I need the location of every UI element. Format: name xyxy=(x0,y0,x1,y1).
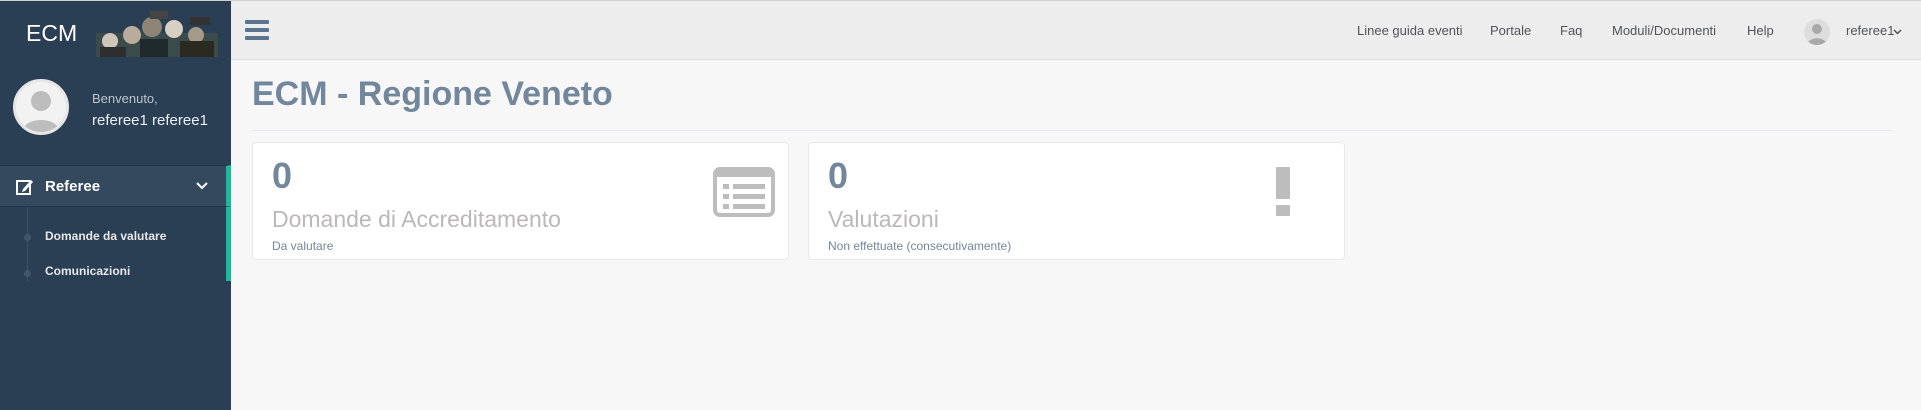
nav-link-linee-guida[interactable]: Linee guida eventi xyxy=(1357,23,1463,38)
sidebar-menu: Referee Domande da valutare Comunicazion… xyxy=(0,165,231,281)
sidebar-item-comunicazioni[interactable]: Comunicazioni xyxy=(45,264,130,278)
username-text: referee1 referee1 xyxy=(92,112,208,129)
tile-heading: Valutazioni xyxy=(828,206,939,232)
sidebar-item-referee[interactable]: Referee xyxy=(0,165,231,207)
tile-heading: Domande di Accreditamento xyxy=(272,206,561,232)
sidebar-item-domande[interactable]: Domande da valutare xyxy=(45,229,166,243)
nav-link-help[interactable]: Help xyxy=(1747,23,1774,38)
sidebar-item-label: Referee xyxy=(45,178,101,195)
exclamation-icon xyxy=(1276,167,1290,216)
divider xyxy=(252,130,1892,131)
list-alt-icon xyxy=(713,167,775,217)
edit-icon xyxy=(16,180,33,195)
avatar xyxy=(13,79,69,135)
tile-count: 0 xyxy=(828,155,849,196)
top-navbar: Linee guida eventi Portale Faq Moduli/Do… xyxy=(231,0,1921,60)
chevron-down-icon xyxy=(196,182,208,190)
nav-link-portale[interactable]: Portale xyxy=(1490,23,1531,38)
page-title: ECM - Regione Veneto xyxy=(252,75,613,113)
stat-tile-domande: 0 Domande di Accreditamento Da valutare xyxy=(252,142,789,260)
user-silhouette-icon xyxy=(1807,24,1827,45)
menu-toggle-icon[interactable] xyxy=(245,20,269,42)
user-menu[interactable]: referee1 xyxy=(1846,23,1894,38)
chevron-down-icon[interactable] xyxy=(1893,27,1902,36)
logo-image xyxy=(92,5,222,59)
bullet-icon xyxy=(24,270,31,277)
tile-subtitle: Da valutare xyxy=(272,239,334,253)
nav-link-faq[interactable]: Faq xyxy=(1560,23,1582,38)
bullet-icon xyxy=(24,234,31,241)
stat-tile-valutazioni: 0 Valutazioni Non effettuate (consecutiv… xyxy=(808,142,1345,260)
welcome-text: Benvenuto, xyxy=(92,91,158,106)
sidebar: ECM Benvenuto, referee1 referee1 Referee… xyxy=(0,0,231,410)
sidebar-header: ECM xyxy=(0,1,231,61)
profile-panel: Benvenuto, referee1 referee1 xyxy=(0,61,231,163)
user-silhouette-icon xyxy=(22,91,60,132)
user-avatar[interactable] xyxy=(1804,19,1830,45)
tile-subtitle: Non effettuate (consecutivamente) xyxy=(828,239,1012,253)
submenu: Domande da valutare Comunicazioni xyxy=(0,207,231,281)
tile-count: 0 xyxy=(272,155,293,196)
nav-link-moduli[interactable]: Moduli/Documenti xyxy=(1612,23,1716,38)
app-title[interactable]: ECM xyxy=(26,20,77,47)
